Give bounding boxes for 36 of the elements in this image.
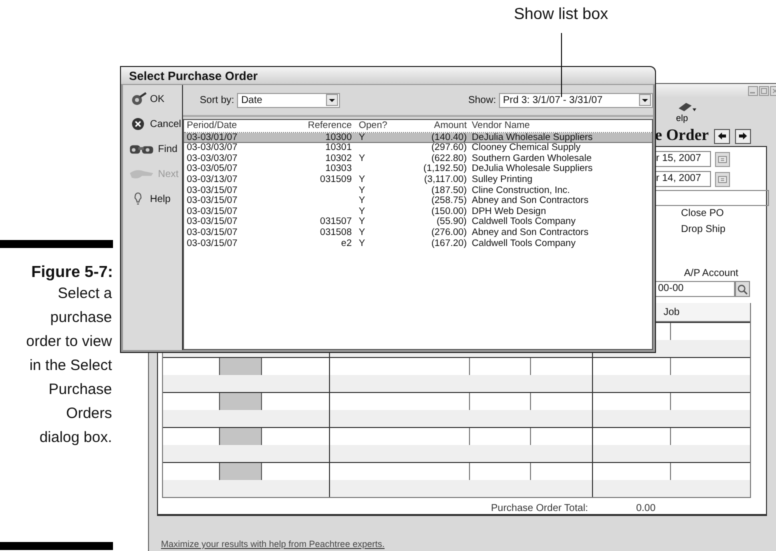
total-value: 0.00 (636, 503, 656, 514)
show-dropdown[interactable]: Prd 3: 3/1/07 - 3/31/07 (499, 92, 653, 108)
help-button[interactable]: elp (676, 101, 698, 123)
sort-label: Sort by: (200, 94, 234, 106)
option-label[interactable]: Drop Ship (681, 224, 726, 235)
column-header: Reference (306, 121, 352, 132)
list-row[interactable]: 03-03/15/07 031507 Y (55.90) Caldwell Tools Company (184, 217, 652, 228)
callout-label: Show list box (514, 6, 608, 24)
help-button[interactable]: Help (123, 188, 182, 210)
list-row[interactable]: 03-03/15/07 e2 Y (167.20) Caldwell Tools Company (184, 238, 652, 250)
promo-link[interactable]: Maximize your results with help from Peachtree experts. (161, 539, 385, 549)
list-row[interactable]: 03-03/15/07 Y (150.00) DPH Web Design (184, 206, 652, 218)
list-row[interactable]: 03-03/03/07 10302 Y (622.80) Southern Garden Wholesale (184, 154, 652, 164)
show-label: Show: (468, 94, 496, 106)
list-row[interactable]: 03-03/03/07 10301 (297.60) Clooney Chemical Supply (184, 143, 652, 154)
figure-caption: Select a purchase order to view in the Select Purchase Orders dialog box. (25, 284, 112, 448)
list-row[interactable]: 03-03/15/07 031508 Y (276.00) Abney and Son Contractors (184, 228, 652, 239)
list-row[interactable]: 03-03/05/07 10303 (1,192.50) DeJulia Wholesale Suppliers (184, 164, 652, 175)
account-field[interactable]: 00-00 (655, 281, 735, 297)
total-label: Purchase Order Total: (491, 503, 588, 514)
option-label[interactable]: Close PO (681, 208, 724, 219)
sort-dropdown[interactable]: Date (237, 92, 340, 108)
find-button[interactable]: Find (123, 138, 182, 160)
ok-button[interactable]: OK (123, 88, 182, 110)
list-row[interactable]: 03-03/01/07 10300 Y (140.40) DeJulia Wholesale Suppliers (184, 132, 652, 144)
dialog-title: Select Purchase Order (129, 68, 258, 82)
column-header: Amount (432, 121, 467, 132)
list-row[interactable]: 03-03/15/07 Y (187.50) Cline Construction, Inc. (184, 186, 652, 196)
column-header: Vendor Name (470, 121, 530, 132)
cancel-button[interactable]: Cancel (123, 113, 182, 135)
list-row[interactable]: 03-03/15/07 Y (258.75) Abney and Son Contractors (184, 196, 652, 207)
column-header: Open? (358, 121, 387, 132)
column-header: Period/Date (186, 121, 238, 132)
list-row[interactable]: 03-03/13/07 031509 Y (3,117.00) Sulley Printing (184, 174, 652, 186)
field-label: A/P Account (683, 268, 740, 279)
figure-label: Figure 5-7: (31, 264, 113, 282)
